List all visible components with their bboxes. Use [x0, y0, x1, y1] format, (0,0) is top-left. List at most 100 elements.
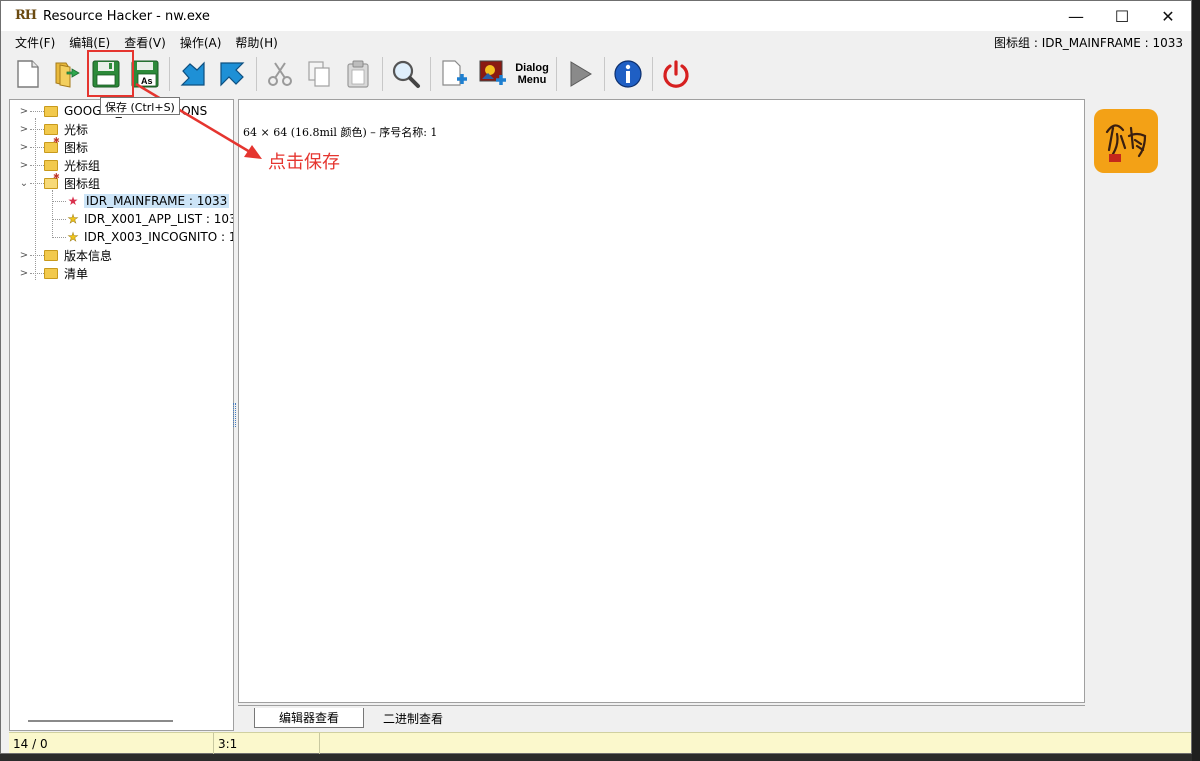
tab-binary-view[interactable]: 二进制查看 [368, 708, 458, 728]
find-button[interactable] [387, 55, 425, 93]
open-folder-icon [44, 172, 60, 189]
forward-button[interactable] [213, 55, 251, 93]
star-icon: ★ [67, 194, 79, 208]
menu-file[interactable]: 文件(F) [15, 34, 55, 51]
tree-connector [52, 218, 66, 220]
close-button[interactable]: ✕ [1145, 1, 1191, 31]
tree-item-idr-mainframe[interactable]: ★ IDR_MAINFRAME : 1033 [52, 192, 230, 210]
desktop-background [1192, 0, 1200, 761]
copy-icon [308, 61, 330, 87]
icon-info-text: 64 × 64 (16.8mil 颜色) – 序号名称: 1 [243, 126, 438, 139]
save-as-icon: As [131, 60, 159, 88]
tree-connector [30, 254, 44, 256]
icon-preview-pane [1086, 99, 1191, 731]
tree-item-cursor[interactable]: > 光标 [10, 120, 88, 138]
save-button-highlight [87, 50, 134, 97]
tree-item-idr-x001-app-list[interactable]: ★ IDR_X001_APP_LIST : 1033 [52, 210, 234, 228]
window-title: Resource Hacker - nw.exe [43, 8, 210, 24]
tree-connector [30, 164, 44, 166]
maximize-button[interactable]: ☐ [1099, 1, 1145, 31]
tree-connector [30, 182, 44, 184]
minimize-button[interactable]: — [1053, 1, 1099, 31]
editor-pane: 64 × 64 (16.8mil 颜色) – 序号名称: 1 [238, 99, 1085, 703]
paste-button[interactable] [339, 55, 377, 93]
open-button[interactable] [48, 55, 86, 93]
svg-text:As: As [141, 76, 153, 86]
menu-view[interactable]: 查看(V) [124, 34, 166, 51]
add-blank-resource-icon [442, 60, 467, 86]
app-icon-preview [1094, 109, 1158, 173]
info-button[interactable] [609, 55, 647, 93]
tree-item-label: 光标 [64, 122, 89, 137]
tree-connector [52, 200, 66, 202]
copy-button[interactable] [300, 55, 338, 93]
new-file-button[interactable] [9, 55, 47, 93]
tree-item-label: 图标组 [64, 176, 101, 191]
paste-clipboard-icon [347, 60, 369, 88]
tree-connector [30, 110, 44, 112]
tree-item-label: IDR_MAINFRAME : 1033 [84, 194, 230, 208]
current-resource-label: 图标组 : IDR_MAINFRAME : 1033 [994, 36, 1183, 50]
tree-item-label: 图标 [64, 140, 89, 155]
chevron-right-icon[interactable]: > [18, 106, 30, 117]
add-image-icon [479, 60, 506, 85]
magnifier-icon [392, 60, 420, 88]
toolbar-separator [556, 57, 557, 91]
new-file-icon [17, 60, 39, 88]
chevron-right-icon[interactable]: > [18, 160, 30, 171]
menu-edit[interactable]: 编辑(E) [69, 34, 110, 51]
splitter-handle[interactable] [233, 403, 236, 427]
dialog-menu-button[interactable]: Dialog Menu [513, 55, 551, 93]
tree-item-label: IDR_X001_APP_LIST : 1033 [84, 212, 234, 226]
chevron-right-icon[interactable]: > [18, 268, 30, 279]
tree-item-label: 版本信息 [64, 248, 113, 263]
status-position: 14 / 0 [9, 733, 214, 754]
folder-icon [44, 267, 58, 279]
chevron-right-icon[interactable]: > [18, 124, 30, 135]
calligraphy-logo-icon [1105, 124, 1147, 162]
scissors-icon [268, 62, 292, 86]
toolbar-separator [169, 57, 170, 91]
tab-editor-view[interactable]: 编辑器查看 [254, 708, 364, 728]
tree-connector [52, 236, 66, 238]
folder-icon [44, 123, 58, 135]
menu-action[interactable]: 操作(A) [180, 34, 222, 51]
tree-connector [30, 146, 44, 148]
tree-item-label: IDR_X003_INCOGNITO : 1033 [84, 230, 233, 244]
back-button[interactable] [174, 55, 212, 93]
tree-item-version-info[interactable]: > 版本信息 [10, 246, 112, 264]
chevron-down-icon[interactable]: ⌄ [18, 178, 30, 189]
add-image-button[interactable] [474, 55, 512, 93]
info-icon [614, 60, 642, 88]
view-tabs: 编辑器查看 二进制查看 [238, 705, 1085, 729]
menu-help[interactable]: 帮助(H) [235, 34, 277, 51]
compile-button[interactable] [561, 55, 599, 93]
power-icon [663, 60, 689, 88]
folder-icon [44, 105, 58, 117]
resource-tree: > GOOGLE_APPLICATIONS > 光标 > 图标 > 光标组 ⌄ [9, 99, 234, 731]
tree-item-icon[interactable]: > 图标 [10, 136, 89, 156]
title-bar: RH Resource Hacker - nw.exe — ☐ ✕ [1, 1, 1191, 31]
annotation-label: 点击保存 [268, 152, 340, 173]
folder-icon [44, 249, 58, 261]
dialog-label: Dialog [515, 62, 549, 74]
folder-star-icon [44, 136, 60, 153]
cut-button[interactable] [261, 55, 299, 93]
menu-bar: 文件(F) 编辑(E) 查看(V) 操作(A) 帮助(H) 图标组 : IDR_… [1, 32, 1191, 52]
add-resource-button[interactable] [435, 55, 473, 93]
tree-item-label: 清单 [64, 266, 89, 281]
tree-connector [30, 128, 44, 130]
chevron-right-icon[interactable]: > [18, 250, 30, 261]
tree-item-label: 光标组 [64, 158, 101, 173]
tree-item-manifest[interactable]: > 清单 [10, 264, 88, 282]
star-icon: ★ [67, 230, 79, 245]
status-bar: 14 / 0 3:1 [9, 732, 1191, 754]
status-cursor: 3:1 [214, 733, 320, 754]
tree-item-idr-x003-incognito[interactable]: ★ IDR_X003_INCOGNITO : 1033 [52, 228, 233, 246]
horizontal-scrollbar[interactable] [28, 720, 173, 722]
tree-item-icon-group[interactable]: ⌄ 图标组 [10, 172, 101, 192]
chevron-right-icon[interactable]: > [18, 142, 30, 153]
exit-button[interactable] [657, 55, 695, 93]
toolbar-separator [256, 57, 257, 91]
open-folder-icon [55, 62, 80, 88]
